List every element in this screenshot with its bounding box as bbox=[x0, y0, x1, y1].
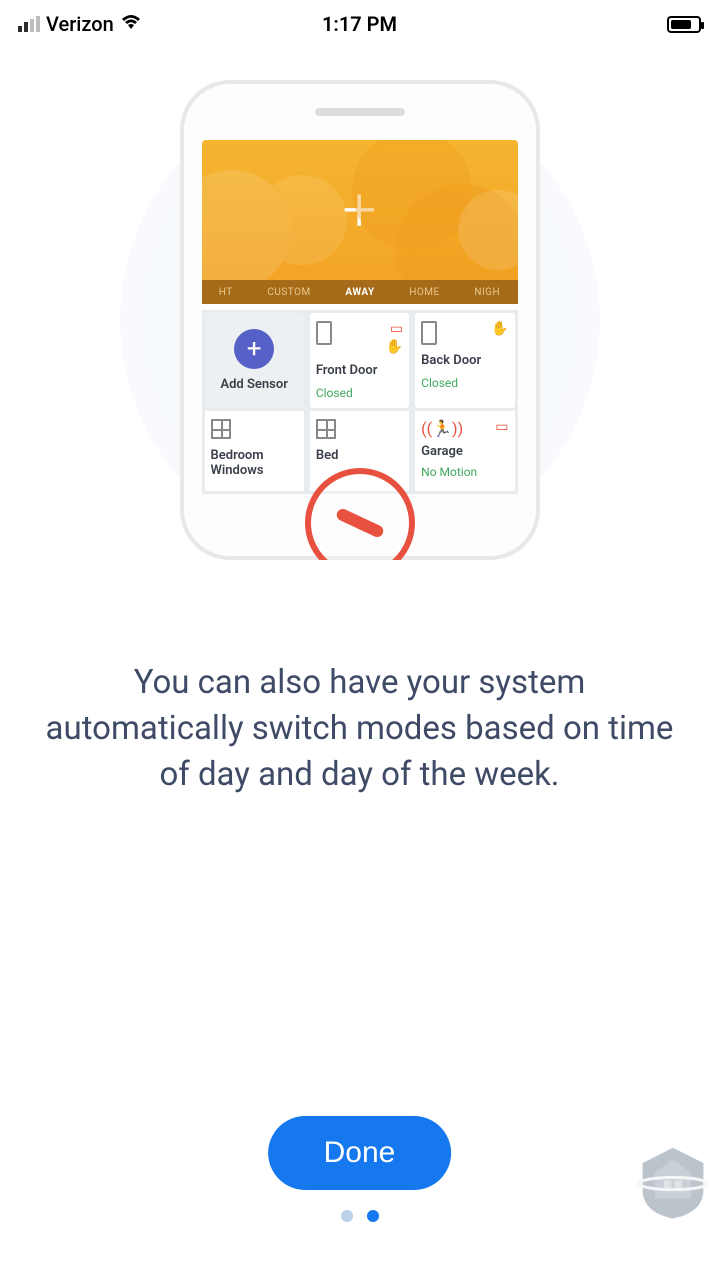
add-sensor-label: Add Sensor bbox=[220, 377, 287, 392]
door-icon bbox=[316, 321, 332, 345]
mode-custom: CUSTOM bbox=[267, 287, 310, 298]
mode-away: AWAY bbox=[345, 287, 374, 298]
back-door-label: Back Door bbox=[421, 353, 508, 368]
back-door-status: Closed bbox=[421, 376, 508, 390]
bedroom-windows-tile: Bedroom Windows bbox=[205, 411, 304, 491]
mode-tabs: HT CUSTOM AWAY HOME NIGH bbox=[202, 280, 518, 304]
bedroom-windows-label: Bedroom Windows bbox=[211, 448, 298, 478]
garage-status: No Motion bbox=[421, 465, 508, 479]
done-button[interactable]: Done bbox=[268, 1116, 452, 1190]
phone-speaker bbox=[315, 108, 405, 116]
battery-low-icon: ▭ bbox=[495, 419, 508, 438]
sensor-grid-row1: + Add Sensor ▭ ✋ Front Door Closed ✋ bbox=[202, 310, 518, 411]
clock: 1:17 PM bbox=[322, 12, 397, 36]
hero-scenery bbox=[202, 140, 518, 280]
back-door-tile: ✋ Back Door Closed bbox=[415, 313, 514, 408]
window-icon bbox=[211, 419, 231, 439]
phone-mockup: + HT CUSTOM AWAY HOME NIGH + Add Sensor … bbox=[180, 80, 540, 560]
front-door-tile: ▭ ✋ Front Door Closed bbox=[310, 313, 409, 408]
front-door-status: Closed bbox=[316, 386, 403, 400]
carrier-label: Verizon bbox=[46, 12, 114, 36]
motion-icon: ((🏃)) bbox=[421, 419, 463, 438]
page-dot-2[interactable] bbox=[367, 1210, 379, 1222]
add-sensor-tile: + Add Sensor bbox=[205, 313, 304, 408]
brand-logo-icon bbox=[635, 1144, 711, 1220]
status-bar: Verizon 1:17 PM bbox=[0, 0, 719, 40]
garage-tile: ((🏃)) ▭ Garage No Motion bbox=[415, 411, 514, 491]
add-icon: + bbox=[234, 329, 274, 369]
hero-banner: + bbox=[202, 140, 518, 280]
onboarding-message: You can also have your system automatica… bbox=[40, 660, 679, 799]
onboarding-illustration: + HT CUSTOM AWAY HOME NIGH + Add Sensor … bbox=[0, 80, 719, 560]
mode-partial-right: NIGH bbox=[474, 287, 500, 298]
window-icon bbox=[316, 419, 336, 439]
page-indicator[interactable] bbox=[341, 1210, 379, 1222]
hand-icon: ✋ bbox=[491, 321, 508, 337]
page-dot-1[interactable] bbox=[341, 1210, 353, 1222]
garage-label: Garage bbox=[421, 444, 508, 459]
front-door-label: Front Door bbox=[316, 363, 403, 378]
wifi-icon bbox=[120, 12, 142, 36]
battery-low-icon: ▭ bbox=[390, 321, 403, 337]
mode-partial-left: HT bbox=[219, 287, 233, 298]
bed-label: Bed bbox=[316, 448, 403, 463]
cell-signal-icon bbox=[18, 16, 40, 32]
door-icon bbox=[421, 321, 437, 345]
hand-icon: ✋ bbox=[386, 339, 403, 355]
battery-icon bbox=[667, 16, 701, 33]
mode-home: HOME bbox=[409, 287, 439, 298]
